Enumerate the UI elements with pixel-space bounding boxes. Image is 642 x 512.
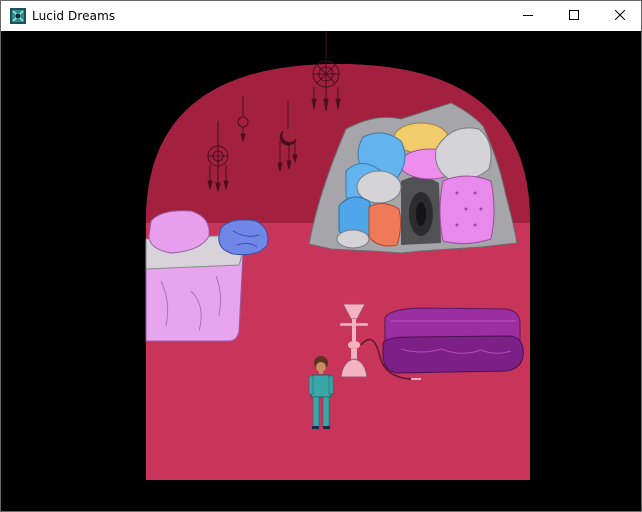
minimize-button[interactable] <box>505 1 551 31</box>
game-canvas[interactable] <box>1 31 641 511</box>
maximize-icon <box>569 7 579 25</box>
close-icon <box>614 7 626 25</box>
title-bar[interactable]: Lucid Dreams <box>1 1 641 31</box>
game-window: Lucid Dreams <box>0 0 642 512</box>
close-button[interactable] <box>597 1 641 31</box>
blue-pillow <box>218 219 269 256</box>
window-title: Lucid Dreams <box>32 9 116 23</box>
minimize-icon <box>523 7 533 25</box>
app-icon <box>10 8 26 24</box>
couch[interactable] <box>382 307 524 374</box>
maximize-button[interactable] <box>551 1 597 31</box>
